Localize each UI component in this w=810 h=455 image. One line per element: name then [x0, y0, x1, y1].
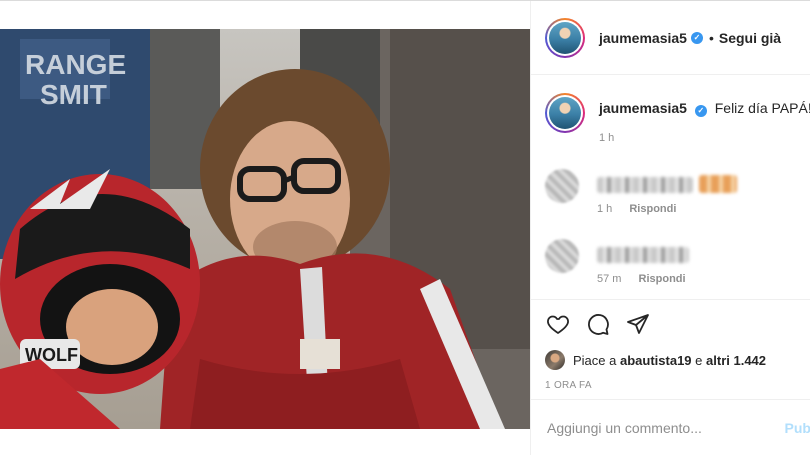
comment-meta: 57 m Rispondi: [597, 273, 686, 285]
comment-meta: 1 h Rispondi: [597, 203, 676, 215]
photo-frame: RANGE SMIT WOLF: [0, 1, 530, 455]
likes-conjunction: e: [695, 352, 703, 368]
liker-username[interactable]: abautista19: [620, 353, 692, 368]
caption-time: 1 h: [599, 132, 615, 144]
verified-badge-icon: ✓: [694, 104, 707, 117]
caption-text: Feliz día PAPÁ!: [714, 100, 810, 116]
photo-illustration: RANGE SMIT WOLF: [0, 29, 530, 429]
separator-dot: •: [708, 29, 714, 46]
publish-button[interactable]: Pub: [785, 420, 810, 436]
instagram-post: RANGE SMIT WOLF jaumemasia5 ✓ • Segui gi…: [0, 0, 810, 455]
likes-others-link[interactable]: altri 1.442: [706, 353, 766, 368]
post-header: jaumemasia5 ✓ • Segui già: [531, 1, 810, 75]
follow-status-button[interactable]: Segui già: [719, 30, 781, 46]
share-icon[interactable]: [625, 311, 651, 337]
comment-icon[interactable]: [585, 311, 611, 337]
caption-text-block: jaumemasia5 ✓ Feliz día PAPÁ! ❤: [599, 93, 810, 133]
verified-badge-icon: ✓: [690, 31, 703, 44]
likes-summary: Piace a abautista19 e altri 1.442: [545, 350, 797, 370]
author-avatar[interactable]: [545, 17, 585, 58]
caption-author-username[interactable]: jaumemasia5: [599, 100, 687, 116]
caption-author-avatar[interactable]: [545, 93, 585, 133]
comment-time: 1 h: [597, 203, 613, 215]
blurred-emoji: [699, 175, 737, 193]
action-icons: [545, 310, 797, 338]
comment-item: 57 m Rispondi: [545, 239, 810, 289]
post-photo[interactable]: RANGE SMIT WOLF: [0, 29, 530, 429]
heart-icon[interactable]: [545, 311, 571, 337]
comment-input[interactable]: [547, 420, 757, 436]
blurred-comment-text: [597, 247, 689, 263]
add-comment-bar: Pub: [531, 399, 810, 455]
svg-text:RANGE: RANGE: [25, 49, 126, 80]
commenter-avatar[interactable]: [545, 239, 579, 273]
blurred-comment-text: [597, 177, 693, 193]
post-sidebar: jaumemasia5 ✓ • Segui già jaumemasia5 ✓ …: [530, 1, 810, 455]
post-time: 1 ORA FA: [545, 380, 592, 391]
likes-prefix: Piace a: [573, 352, 617, 368]
comment-item: 1 h Rispondi: [545, 169, 810, 219]
reply-button[interactable]: Rispondi: [639, 273, 686, 285]
reply-button[interactable]: Rispondi: [629, 203, 676, 215]
post-actions: Piace a abautista19 e altri 1.442 1 ORA …: [531, 299, 810, 399]
post-caption: jaumemasia5 ✓ Feliz día PAPÁ! ❤: [545, 93, 810, 133]
liker-avatar[interactable]: [545, 350, 565, 370]
comment-time: 57 m: [597, 273, 622, 285]
commenter-avatar[interactable]: [545, 169, 579, 203]
svg-text:SMIT: SMIT: [40, 79, 107, 110]
author-username[interactable]: jaumemasia5: [599, 30, 687, 46]
